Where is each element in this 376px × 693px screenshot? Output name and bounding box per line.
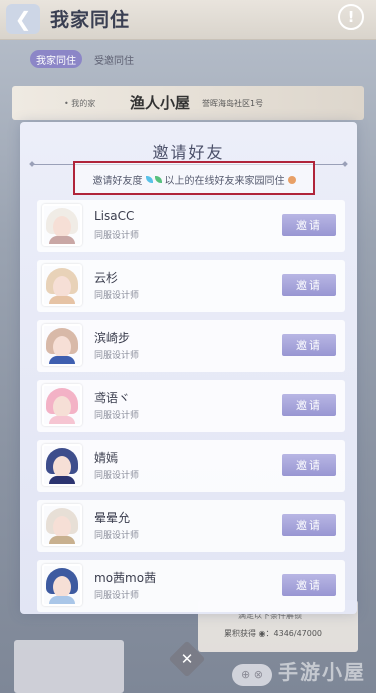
- watermark: 手游小屋: [278, 660, 366, 684]
- invite-hint: 邀请好友度 以上的在线好友来家园同住: [75, 172, 313, 187]
- tab-invited[interactable]: 受邀同住: [88, 50, 140, 68]
- friend-row: 滨崎步同服设计师 邀请: [37, 320, 345, 372]
- friend-name: LisaCC: [94, 209, 135, 223]
- controller-icon: ⊕ ⊗: [241, 668, 263, 681]
- friend-role: 同服设计师: [94, 531, 140, 541]
- back-arrow-icon: ❮: [14, 7, 32, 31]
- modal-title: 邀请好友: [152, 143, 225, 162]
- invite-button[interactable]: 邀请: [282, 214, 336, 236]
- invite-hint-box: 邀请好友度 以上的在线好友来家园同住: [73, 161, 315, 195]
- friend-role: 同服设计师: [94, 411, 140, 421]
- friend-row: mo茜mo茜同服设计师 邀请: [37, 560, 345, 612]
- friend-row: 云杉同服设计师 邀请: [37, 260, 345, 312]
- tab-my-home[interactable]: 我家同住: [30, 50, 82, 68]
- invite-button[interactable]: 邀请: [282, 514, 336, 536]
- friend-role: 同服设计师: [94, 471, 140, 481]
- bottom-controls[interactable]: ⊕ ⊗: [232, 664, 272, 686]
- invite-button[interactable]: 邀请: [282, 274, 336, 296]
- close-button[interactable]: ✕: [168, 640, 206, 678]
- avatar[interactable]: [42, 384, 82, 426]
- friend-name: 滨崎步: [94, 331, 131, 345]
- invite-friends-modal: 邀请好友 邀请好友度 以上的在线好友来家园同住 LisaCC 同服设计师 邀请 云杉同…: [20, 122, 357, 614]
- friend-name: 婧嫣: [94, 451, 119, 465]
- friend-role: 同服设计师: [94, 231, 140, 241]
- invite-button[interactable]: 邀请: [282, 334, 336, 356]
- invite-button[interactable]: 邀请: [282, 574, 336, 596]
- home-card: • 我的家 渔人小屋 誉晖海岛社区1号: [12, 86, 364, 120]
- avatar[interactable]: [42, 324, 82, 366]
- close-icon: ✕: [180, 650, 194, 668]
- avatar[interactable]: [42, 504, 82, 546]
- friend-name: 晕晕允: [94, 511, 131, 525]
- avatar[interactable]: [42, 204, 82, 246]
- friend-role: 同服设计师: [94, 351, 140, 361]
- help-button[interactable]: !: [338, 4, 364, 30]
- hint-prefix: 邀请好友度: [92, 176, 143, 187]
- avatar[interactable]: [42, 564, 82, 606]
- unlock-progress: 累积获得 ◉：4346/47000: [224, 629, 323, 638]
- home-tag: • 我的家: [64, 99, 96, 108]
- home-coin-icon: [287, 175, 296, 184]
- friend-name: 鸢语ヾ: [94, 391, 131, 405]
- friend-name: mo茜mo茜: [94, 571, 157, 585]
- home-name: 渔人小屋: [130, 94, 191, 112]
- friend-role: 同服设计师: [94, 291, 140, 301]
- friend-role: 同服设计师: [94, 591, 140, 601]
- hint-suffix: 以上的在线好友来家园同住: [164, 176, 285, 187]
- background-tabs: 我家同住 受邀同住: [30, 50, 140, 68]
- friend-row: 晕晕允同服设计师 邀请: [37, 500, 345, 552]
- avatar[interactable]: [42, 444, 82, 486]
- friend-row: 鸢语ヾ同服设计师 邀请: [37, 380, 345, 432]
- invite-button[interactable]: 邀请: [282, 394, 336, 416]
- page-title: 我家同住: [50, 9, 131, 31]
- back-button[interactable]: ❮: [6, 4, 40, 34]
- friend-name: 云杉: [94, 271, 119, 285]
- home-address: 誉晖海岛社区1号: [202, 99, 264, 108]
- page-header: ❮ 我家同住 !: [0, 0, 376, 40]
- help-icon: !: [347, 8, 355, 26]
- avatar[interactable]: [42, 264, 82, 306]
- invite-button[interactable]: 邀请: [282, 454, 336, 476]
- friendship-leaf-icon: [145, 176, 162, 183]
- background-panel: [14, 640, 124, 693]
- friend-row: 婧嫣同服设计师 邀请: [37, 440, 345, 492]
- friend-row: LisaCC 同服设计师 邀请: [37, 200, 345, 252]
